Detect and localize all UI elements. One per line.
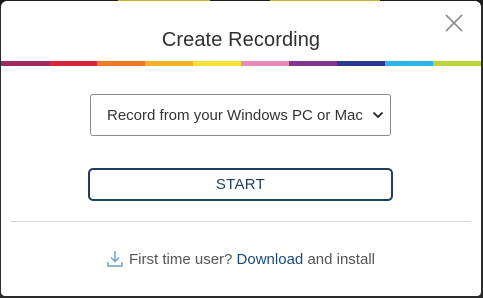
divider — [11, 221, 471, 222]
start-button[interactable]: START — [88, 168, 393, 201]
rainbow-segment — [49, 61, 97, 66]
rainbow-divider — [1, 61, 481, 66]
rainbow-segment — [193, 61, 241, 66]
rainbow-segment — [433, 61, 481, 66]
rainbow-segment — [145, 61, 193, 66]
footer-suffix: and install — [307, 251, 375, 268]
create-recording-dialog: Create Recording Record from your Window… — [1, 1, 481, 296]
rainbow-segment — [1, 61, 49, 66]
rainbow-segment — [337, 61, 385, 66]
download-icon — [107, 251, 123, 267]
chevron-down-icon — [372, 111, 384, 119]
rainbow-segment — [97, 61, 145, 66]
dialog-title: Create Recording — [161, 29, 321, 51]
recording-source-select[interactable]: Record from your Windows PC or Mac — [90, 94, 391, 136]
rainbow-segment — [289, 61, 337, 66]
footer-download-hint: First time user? Download and install — [1, 250, 481, 268]
rainbow-segment — [241, 61, 289, 66]
recording-source-value: Record from your Windows PC or Mac — [107, 107, 363, 124]
download-link[interactable]: Download — [237, 251, 304, 268]
rainbow-segment — [385, 61, 433, 66]
footer-prefix: First time user? — [129, 251, 233, 268]
